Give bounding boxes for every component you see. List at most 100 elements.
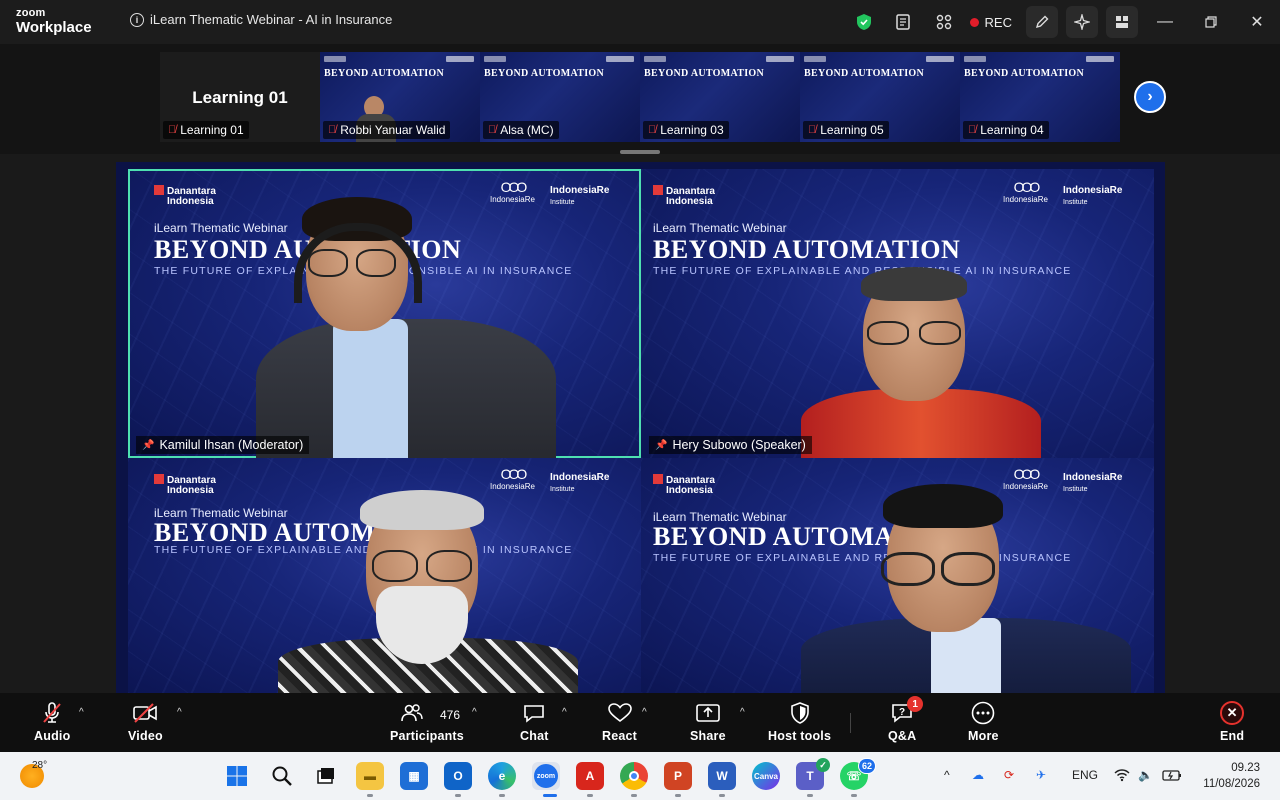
edge-icon[interactable]: e	[488, 762, 516, 790]
video-tile-speaker[interactable]: Danantara Indonesia OOO IndonesiaRe Indone…	[641, 169, 1154, 458]
share-button[interactable]: Share	[690, 699, 726, 747]
onedrive-icon[interactable]: ☁	[972, 768, 984, 782]
show-hidden-icons-icon[interactable]: ^	[944, 768, 950, 782]
meeting-title: i iLearn Thematic Webinar - AI in Insura…	[130, 12, 392, 27]
canva-icon[interactable]: Canva	[752, 762, 780, 790]
whatsapp-badge: 62	[857, 758, 876, 774]
word-icon[interactable]: W	[708, 762, 736, 790]
whatsapp-icon[interactable]: ☏ 62	[840, 758, 876, 790]
video-options-caret[interactable]: ^	[177, 707, 182, 718]
filmstrip: Learning 01 🎙̸ Learning 01 BEYOND AUTOMA…	[0, 44, 1280, 154]
chevron-right-icon: ›	[1147, 88, 1153, 105]
audio-options-caret[interactable]: ^	[79, 707, 84, 718]
info-icon[interactable]: i	[130, 12, 144, 27]
participant-thumbnail[interactable]: BEYOND AUTOMATION 🎙̸ Alsa (MC)	[480, 52, 640, 142]
task-view-icon[interactable]	[311, 762, 339, 790]
video-tile-moderator[interactable]: Danantara Indonesia OOO IndonesiaRe Indone…	[128, 169, 641, 458]
acrobat-icon[interactable]: A	[576, 762, 604, 790]
danantara-logo: Danantara Indonesia	[154, 474, 216, 496]
zoom-taskbar-icon[interactable]: zoom	[532, 762, 560, 790]
mic-off-icon: 🎙̸	[168, 124, 177, 136]
apps-icon[interactable]	[924, 6, 964, 38]
participant-name-tag: 📌 Hery Subowo (Speaker)	[649, 436, 812, 454]
indonesia-re-logo: OOO IndonesiaRe	[490, 466, 535, 491]
chat-options-caret[interactable]: ^	[562, 707, 567, 718]
record-dot-icon	[969, 17, 979, 27]
indonesia-re-logo: OOO IndonesiaRe	[1003, 179, 1048, 204]
self-view-label: 🎙̸ Learning 01	[163, 121, 249, 139]
react-options-caret[interactable]: ^	[642, 707, 647, 718]
participant-count: 476	[440, 708, 461, 722]
end-icon: ✕	[1220, 699, 1245, 727]
host-shield-icon	[790, 699, 810, 727]
filmstrip-next-button[interactable]: ›	[1134, 81, 1166, 113]
maximize-icon[interactable]	[1188, 0, 1234, 44]
title-bar: zoom Workplace i iLearn Thematic Webinar…	[0, 0, 1280, 44]
audio-button[interactable]: Audio	[34, 699, 70, 747]
danantara-logo: Danantara Indonesia	[653, 185, 715, 207]
video-tile-participant[interactable]: Danantara Indonesia OOO IndonesiaRe Indone…	[641, 458, 1154, 693]
participants-options-caret[interactable]: ^	[472, 707, 477, 718]
participant-thumbnail[interactable]: BEYOND AUTOMATION 🎙̸ Learning 04	[960, 52, 1120, 142]
end-meeting-button[interactable]: ✕ End	[1220, 699, 1245, 747]
indonesia-re-institute-logo: IndonesiaRe Institute	[550, 472, 610, 493]
recording-indicator[interactable]: REC	[969, 15, 1012, 30]
thumb-brand-logo	[324, 56, 346, 62]
qa-badge: 1	[907, 696, 924, 712]
ai-companion-button[interactable]	[1066, 6, 1098, 38]
participants-button[interactable]: Participants	[390, 699, 464, 747]
danantara-logo: Danantara Indonesia	[154, 185, 216, 207]
captions-icon[interactable]	[884, 6, 924, 38]
pin-icon: 📌	[655, 439, 668, 451]
powerpoint-icon[interactable]: P	[664, 762, 692, 790]
participants-icon	[401, 699, 423, 727]
sync-icon[interactable]: ⟳	[1004, 768, 1014, 782]
pencil-icon	[1035, 15, 1049, 29]
more-button[interactable]: More	[968, 699, 999, 747]
weather-temperature: 28°	[32, 760, 48, 771]
minimize-icon[interactable]: —	[1142, 0, 1188, 44]
self-view-name: Learning 01	[192, 88, 288, 107]
input-language[interactable]: ENG	[1072, 768, 1098, 782]
search-icon[interactable]	[268, 762, 296, 790]
qa-button[interactable]: ? 1 Q&A	[888, 696, 924, 747]
indonesia-re-institute-logo: IndonesiaRe Institute	[1063, 472, 1123, 493]
toolbar-divider	[850, 713, 851, 733]
react-button[interactable]: React	[602, 699, 637, 747]
thumb-brand-logo	[446, 56, 474, 62]
indonesia-re-institute-logo: IndonesiaRe Institute	[1063, 185, 1123, 206]
wifi-icon[interactable]	[1114, 768, 1130, 785]
windows-taskbar: 28° ▬ ▦ O e zoom A P W Canva T ✓ ☏ 62 ^ ☁…	[0, 752, 1280, 800]
start-button[interactable]	[223, 762, 251, 790]
participant-thumbnail[interactable]: BEYOND AUTOMATION 🎙̸ Robbi Yanuar Walid	[320, 52, 480, 142]
microsoft-store-icon[interactable]: ▦	[400, 762, 428, 790]
mic-off-icon: 🎙̸	[968, 124, 977, 136]
video-button[interactable]: Video	[128, 699, 163, 747]
shield-icon[interactable]	[844, 6, 884, 38]
heart-icon	[607, 699, 632, 727]
filmstrip-resize-handle[interactable]	[620, 150, 660, 154]
view-button[interactable]	[1106, 6, 1138, 38]
share-options-caret[interactable]: ^	[740, 707, 745, 718]
battery-icon[interactable]	[1162, 768, 1182, 785]
chrome-icon[interactable]	[620, 762, 648, 790]
file-explorer-icon[interactable]: ▬	[356, 762, 384, 790]
chat-button[interactable]: Chat	[520, 699, 549, 747]
mic-off-icon: 🎙̸	[328, 124, 337, 136]
volume-icon[interactable]: 🔈	[1138, 768, 1153, 782]
mic-off-icon: 🎙̸	[648, 124, 657, 136]
participant-thumbnail[interactable]: BEYOND AUTOMATION 🎙̸ Learning 05	[800, 52, 960, 142]
video-tile-participant[interactable]: Danantara Indonesia OOO IndonesiaRe Indone…	[128, 458, 641, 693]
close-icon[interactable]: ✕	[1234, 0, 1280, 44]
mic-muted-icon	[42, 699, 62, 727]
host-tools-button[interactable]: Host tools	[768, 699, 831, 747]
system-clock[interactable]: 09.23 11/08/2026	[1203, 760, 1260, 792]
participant-thumbnail[interactable]: BEYOND AUTOMATION 🎙̸ Learning 03	[640, 52, 800, 142]
outlook-icon[interactable]: O	[444, 762, 472, 790]
indonesia-re-logo: OOO IndonesiaRe	[490, 179, 535, 204]
self-view-tile[interactable]: Learning 01 🎙̸ Learning 01	[160, 52, 320, 142]
annotate-button[interactable]	[1026, 6, 1058, 38]
network-status-icon[interactable]: ✈	[1036, 768, 1046, 782]
chat-icon	[523, 699, 545, 727]
teams-icon[interactable]: T ✓	[796, 758, 830, 790]
